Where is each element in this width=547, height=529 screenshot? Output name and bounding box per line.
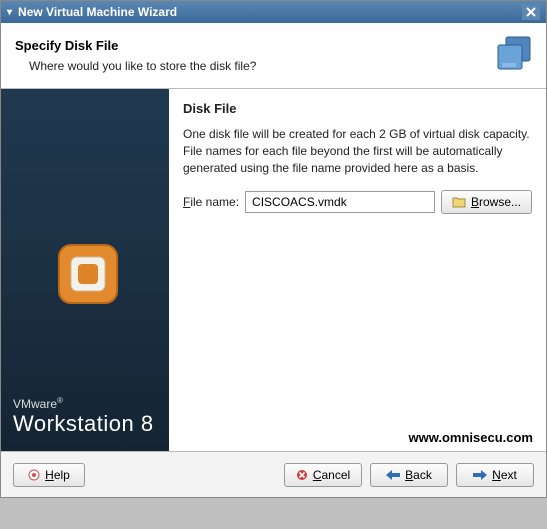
vmware-logo-icon	[55, 241, 121, 307]
file-name-row: File name: Browse...	[183, 190, 532, 214]
next-button[interactable]: Next	[456, 463, 534, 487]
wizard-header: Specify Disk File Where would you like t…	[1, 23, 546, 89]
close-button[interactable]	[522, 4, 540, 20]
filename-input[interactable]	[245, 191, 435, 213]
help-icon	[28, 469, 40, 481]
titlebar: ▾ New Virtual Machine Wizard	[1, 1, 546, 23]
brand-line1: VMware	[13, 397, 57, 411]
folder-icon	[452, 196, 466, 208]
filename-label: File name:	[183, 195, 239, 209]
titlebar-menu-icon: ▾	[7, 7, 12, 18]
wizard-content: Disk File One disk file will be created …	[169, 89, 546, 451]
wizard-body: VMware® Workstation 8 Disk File One disk…	[1, 89, 546, 451]
close-icon	[525, 6, 537, 18]
arrow-left-icon	[386, 470, 400, 480]
watermark-text: www.omnisecu.com	[409, 430, 534, 445]
window-title: New Virtual Machine Wizard	[18, 5, 177, 19]
back-button[interactable]: Back	[370, 463, 448, 487]
cancel-button[interactable]: Cancel	[284, 463, 362, 487]
brand-line2: Workstation 8	[13, 411, 154, 437]
browse-button[interactable]: Browse...	[441, 190, 532, 214]
help-button[interactable]: Help	[13, 463, 85, 487]
section-description: One disk file will be created for each 2…	[183, 126, 532, 176]
section-title: Disk File	[183, 101, 532, 116]
wizard-window: ▾ New Virtual Machine Wizard Specify Dis…	[0, 0, 547, 498]
page-title: Specify Disk File	[15, 38, 256, 53]
page-subtitle: Where would you like to store the disk f…	[29, 59, 256, 73]
arrow-right-icon	[473, 470, 487, 480]
sidebar-banner: VMware® Workstation 8	[1, 89, 169, 451]
disk-header-icon	[492, 33, 536, 77]
wizard-footer: Help Cancel Back Next	[1, 451, 546, 497]
cancel-icon	[296, 469, 308, 481]
brand-text: VMware® Workstation 8	[13, 396, 154, 437]
